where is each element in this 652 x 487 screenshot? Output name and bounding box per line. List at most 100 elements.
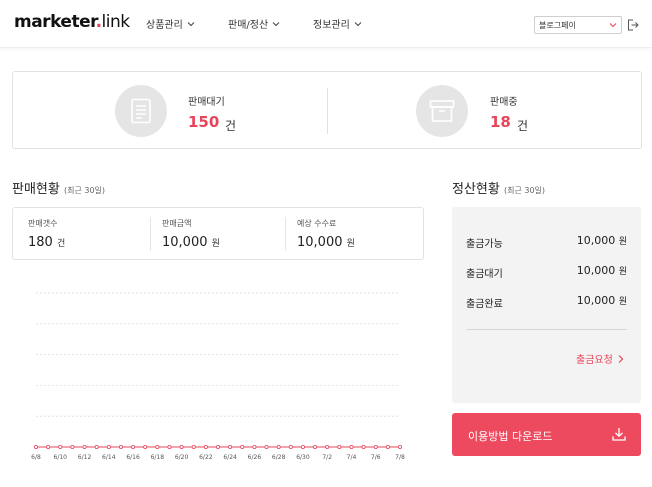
stat-number: 10,000: [297, 235, 343, 250]
settlement-section-title: 정산현황 (최근 30일): [452, 178, 545, 197]
chart-point: [70, 444, 75, 449]
settlement-amount: 10,000 원: [577, 234, 627, 247]
chart-x-tick-label: 6/18: [151, 454, 165, 461]
selling-label: 판매중: [490, 97, 518, 108]
sales-stats-card: 판매갯수 180 건 판매금액 10,000 원 예상 수수료 10,000 원: [12, 207, 424, 260]
settlement-panel: 출금가능 10,000 원 출금대기 10,000 원 출금완료 10,000 …: [452, 207, 641, 403]
nav-info-management[interactable]: 정보관리: [313, 16, 363, 31]
chart-point: [143, 444, 148, 449]
chart-x-tick-label: 6/16: [126, 454, 140, 461]
chart-point: [313, 444, 318, 449]
chart-x-tick-label: 6/22: [199, 454, 213, 461]
chart-x-tick-label: 7/4: [347, 454, 357, 461]
chart-point: [203, 444, 208, 449]
chart-point: [288, 444, 293, 449]
chart-point: [82, 444, 87, 449]
settlement-number: 10,000: [576, 234, 616, 247]
chart-point: [240, 444, 245, 449]
stat-number: 10,000: [162, 235, 208, 250]
stat-unit: 원: [346, 239, 355, 249]
sales-subtitle: (최근 30일): [63, 186, 106, 195]
chart-x-tick-label: 6/26: [248, 454, 262, 461]
chart-point: [349, 444, 354, 449]
chevron-down-icon: [354, 21, 362, 26]
nav-product-management[interactable]: 상품관리: [146, 16, 196, 31]
waiting-value: 150: [188, 113, 220, 131]
settlement-divider: [466, 329, 627, 330]
usage-guide-download-button[interactable]: 이용방법 다운로드: [452, 413, 641, 456]
chart-point: [118, 444, 123, 449]
chevron-right-icon: [618, 354, 624, 363]
chart-point: [252, 444, 257, 449]
settlement-number: 10,000: [576, 264, 616, 277]
sales-line-chart: 6/8 6/10 6/12 6/14 6/16 6/18 6/20 6/22 6/24 6/26 6…: [31, 292, 405, 461]
stat-label: 판매금액: [162, 219, 192, 228]
waiting-unit: 건: [225, 119, 237, 133]
chart-x-tick-label: 7/2: [322, 454, 332, 461]
chart-point: [179, 444, 184, 449]
chart-point: [264, 444, 269, 449]
settlement-unit: 원: [618, 267, 627, 277]
nav-label: 상품관리: [146, 20, 183, 31]
chart-point: [385, 444, 390, 449]
settlement-unit: 원: [618, 237, 627, 247]
chevron-down-icon: [272, 21, 280, 26]
top-bar: marketer.link 상품관리 판매/정산 정보관리 블로그페이: [0, 0, 652, 48]
store-select[interactable]: 블로그페이: [534, 16, 622, 34]
nav-sales-settlement[interactable]: 판매/정산: [228, 16, 281, 31]
stat-divider: [150, 217, 151, 251]
stat-fee: 예상 수수료 10,000 원: [297, 218, 355, 250]
chart-point: [361, 444, 366, 449]
stat-value: 10,000 원: [297, 235, 355, 250]
stat-count: 판매갯수 180 건: [28, 218, 65, 250]
chart-x-tick-label: 7/6: [371, 454, 381, 461]
settlement-title: 정산현황: [452, 182, 500, 197]
nav-label: 정보관리: [313, 20, 350, 31]
selling-value: 18: [490, 113, 511, 131]
chart-point: [131, 444, 136, 449]
chart-x-tick-label: 6/14: [102, 454, 116, 461]
summary-divider: [327, 88, 328, 134]
chevron-down-icon: [609, 23, 617, 28]
download-label: 이용방법 다운로드: [468, 430, 553, 443]
settlement-row-completed: 출금완료 10,000 원: [466, 294, 627, 310]
settlement-label: 출금대기: [466, 269, 503, 280]
stat-unit: 건: [56, 239, 66, 249]
chart-point: [33, 444, 38, 449]
chart-point: [325, 444, 330, 449]
chart-x-tick-label: 6/24: [223, 454, 237, 461]
chart-point: [106, 444, 111, 449]
stat-label: 판매갯수: [28, 219, 58, 228]
settlement-row-pending: 출금대기 10,000 원: [466, 264, 627, 280]
logo-tail: link: [101, 12, 131, 32]
stat-amount: 판매금액 10,000 원: [162, 218, 220, 250]
chart-point: [215, 444, 220, 449]
logo[interactable]: marketer.link: [14, 12, 130, 32]
settlement-amount: 10,000 원: [577, 294, 627, 307]
chart-point: [46, 444, 51, 449]
logout-icon[interactable]: [627, 19, 639, 31]
stat-value: 180 건: [28, 235, 65, 250]
withdraw-request-link[interactable]: 출금요청: [576, 351, 625, 366]
stat-number: 180: [28, 235, 53, 250]
sales-title: 판매현황: [12, 182, 60, 197]
stat-divider: [285, 217, 286, 251]
chart-point: [276, 444, 281, 449]
chart-point: [397, 444, 402, 449]
store-select-value: 블로그페이: [539, 21, 576, 30]
document-icon: [115, 85, 167, 137]
chart-point: [191, 444, 196, 449]
selling-unit: 건: [517, 119, 529, 133]
chart-x-tick-label: 6/10: [54, 454, 68, 461]
chart-point: [300, 444, 305, 449]
chart-point: [373, 444, 378, 449]
chart-point: [94, 444, 99, 449]
stat-value: 10,000 원: [162, 235, 220, 250]
chart-point: [155, 444, 160, 449]
nav-label: 판매/정산: [228, 20, 269, 31]
chart-point: [58, 444, 63, 449]
stat-label: 예상 수수료: [297, 219, 337, 228]
chart-x-tick-label: 6/30: [296, 454, 310, 461]
settlement-amount: 10,000 원: [577, 264, 627, 277]
chart-x-tick-label: 7/8: [395, 454, 405, 461]
